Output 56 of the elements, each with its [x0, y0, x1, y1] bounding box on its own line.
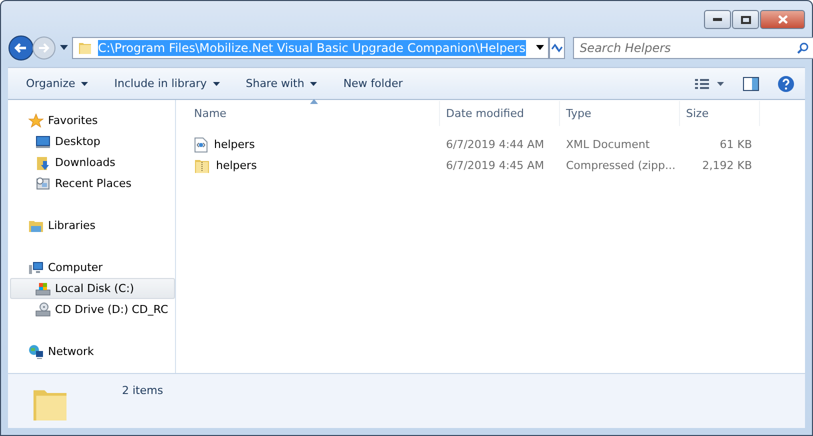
nav-item[interactable]: CD Drive (D:) CD_RC	[10, 299, 175, 320]
toolbar-button[interactable]: Organize	[18, 73, 96, 94]
size-cell-text: 2,192 KB	[701, 159, 753, 172]
date-cell-text: 6/7/2019 4:44 AM	[445, 138, 546, 151]
recent-places-icon	[35, 176, 51, 192]
nav-item[interactable]: Network	[10, 341, 175, 362]
maximize-icon	[740, 16, 750, 24]
column-header[interactable]: Name	[176, 101, 440, 126]
size-cell-text: 61 KB	[718, 138, 753, 151]
nav-item[interactable]: Local Disk (C:)	[10, 278, 175, 299]
help-icon[interactable]	[777, 74, 795, 92]
column-header[interactable]: Date modified	[440, 101, 560, 126]
type-cell-text: Compressed (zipp...	[565, 159, 676, 172]
history-caret-icon[interactable]	[60, 45, 68, 50]
caret-icon	[310, 82, 318, 86]
zip-folder-icon	[194, 158, 210, 174]
nav-item[interactable]: Favorites	[10, 110, 175, 131]
star-icon	[28, 112, 44, 128]
caret-icon	[81, 82, 88, 86]
monitor-icon	[35, 134, 51, 150]
nav-item[interactable]: Computer	[10, 257, 175, 278]
nav-item[interactable]: Recent Places	[10, 173, 175, 194]
sort-arrow-icon	[310, 99, 318, 104]
type-cell-text: XML Document	[565, 138, 651, 151]
item-count: 2 items	[122, 384, 164, 397]
drive-icon	[35, 280, 51, 296]
maximize-button[interactable]	[732, 10, 759, 29]
date-cell-text: 6/7/2019 4:45 AM	[445, 159, 546, 172]
back-button[interactable]	[8, 34, 34, 60]
toolbar-button[interactable]: New folder	[335, 73, 411, 94]
close-button[interactable]	[760, 10, 805, 29]
xml-file-icon	[194, 136, 208, 152]
view-options-icon[interactable]	[695, 78, 725, 90]
computer-icon	[28, 260, 44, 276]
toolbar-button[interactable]: Share with	[238, 73, 326, 94]
nav-item[interactable]: Downloads	[10, 152, 175, 173]
address-path: C:\Program Files\Mobilize.Net Visual Basic Upgrade Companion\Helpers	[98, 40, 526, 56]
file-name[interactable]: helpers	[176, 158, 440, 174]
download-folder-icon	[35, 154, 51, 170]
caret-icon	[212, 82, 220, 86]
column-header[interactable]: Size	[680, 101, 760, 126]
refresh-button[interactable]	[548, 36, 565, 58]
column-header[interactable]: Type	[560, 101, 680, 126]
minimize-button[interactable]	[704, 10, 731, 29]
nav-item[interactable]: Libraries	[10, 215, 175, 236]
cd-drive-icon	[35, 302, 51, 318]
close-icon	[778, 15, 788, 24]
nav-item[interactable]: Desktop	[10, 131, 175, 152]
search-icon	[796, 42, 809, 54]
toolbar-button[interactable]: Include in library	[106, 73, 228, 94]
preview-pane-icon[interactable]	[743, 76, 759, 90]
file-name[interactable]: helpers	[176, 136, 440, 152]
dropdown-caret-icon	[536, 45, 544, 50]
search-field[interactable]: Search Helpers	[572, 36, 813, 58]
network-icon	[28, 344, 44, 360]
minimize-icon	[713, 18, 722, 21]
